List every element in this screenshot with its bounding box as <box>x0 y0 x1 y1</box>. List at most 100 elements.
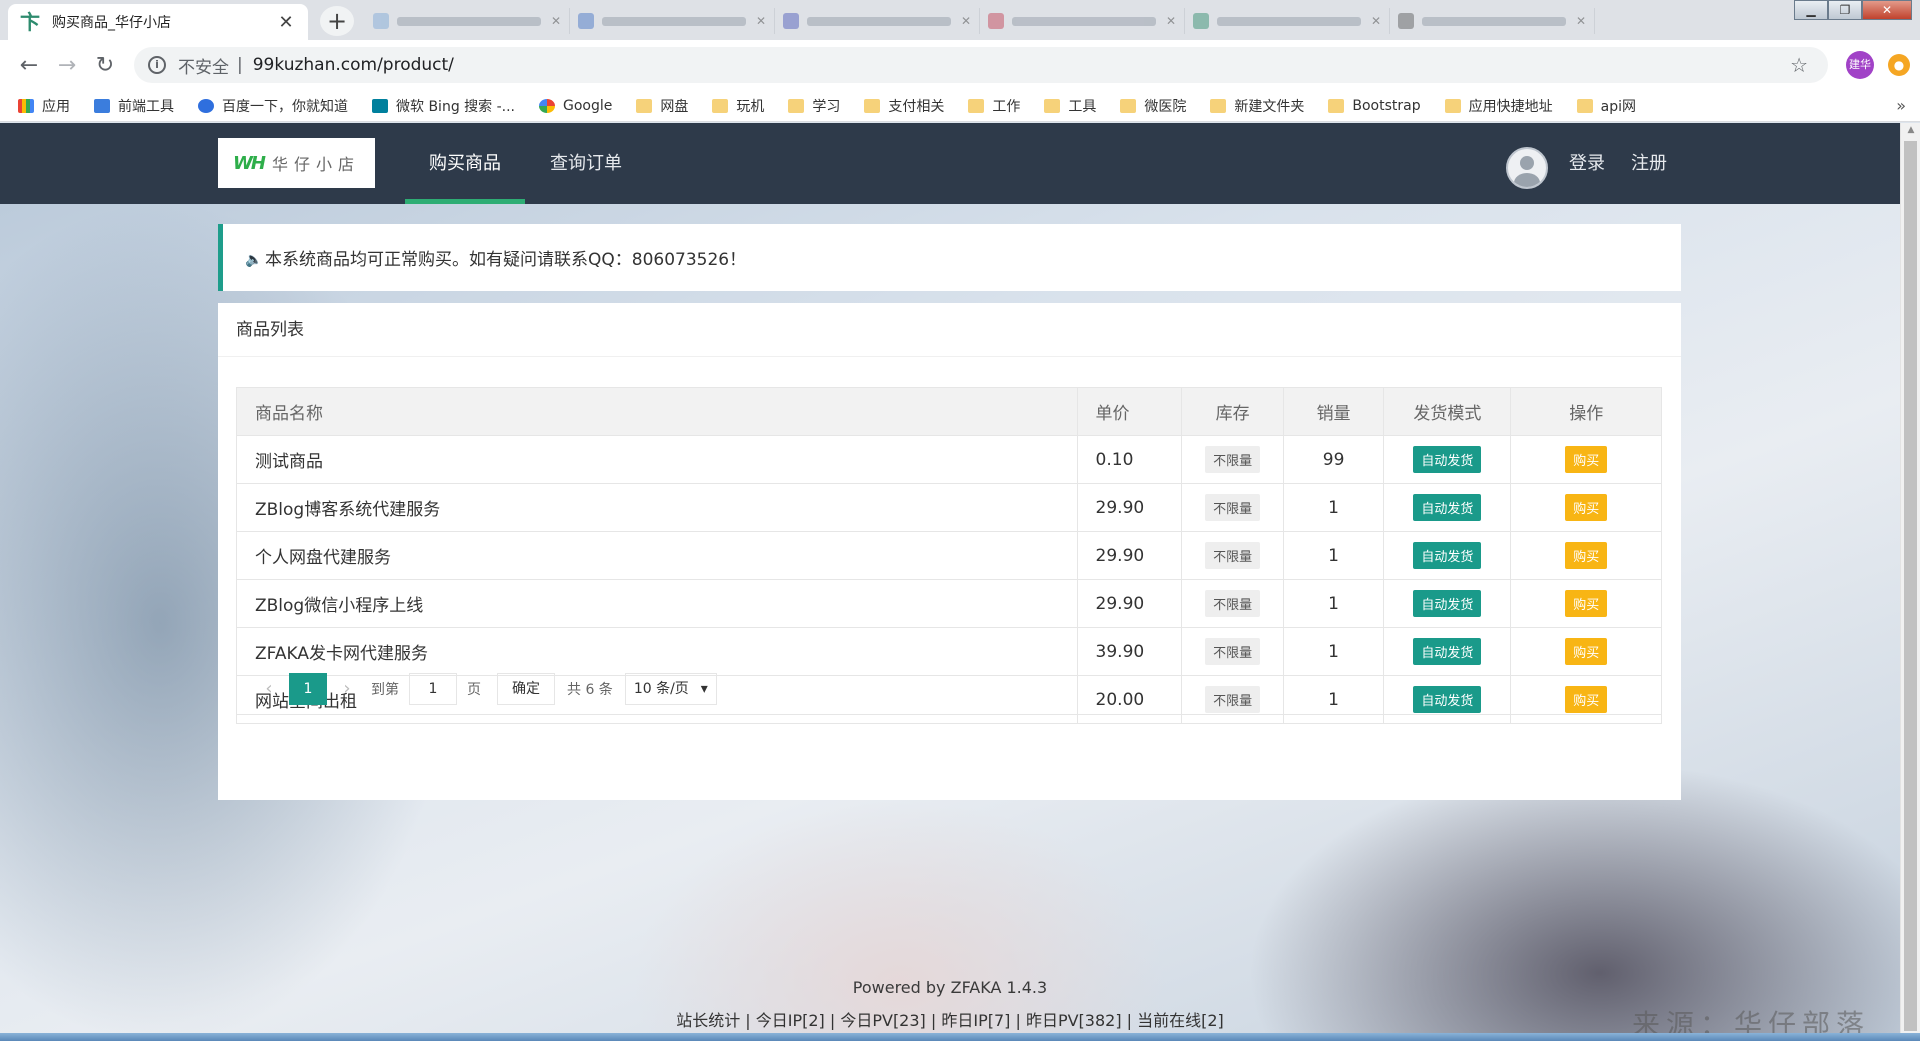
page-current[interactable]: 1 <box>289 672 327 705</box>
nav-login[interactable]: 登录 <box>1562 123 1612 204</box>
bookmark-folder[interactable]: 玩机 <box>712 96 764 116</box>
page-size-select[interactable]: 10 条/页 ▾ <box>624 672 717 705</box>
page-jump-confirm-button[interactable]: 确定 <box>497 672 555 705</box>
bookmark-folder[interactable]: 工作 <box>968 96 1020 116</box>
background-tab[interactable]: ✕ <box>365 8 570 34</box>
total-count: 共 6 条 <box>567 681 613 698</box>
goto-label: 到第 <box>371 681 399 698</box>
bookmark-folder[interactable]: 新建文件夹 <box>1210 96 1304 116</box>
background-tabs: ✕ ✕ ✕ ✕ ✕ ✕ <box>365 8 1595 34</box>
reload-icon[interactable]: ↻ <box>86 53 124 78</box>
product-name: 测试商品 <box>236 435 1078 484</box>
address-bar[interactable]: i 不安全 | 99kuzhan.com/product/ ☆ <box>134 47 1828 83</box>
background-tab[interactable]: ✕ <box>1390 8 1595 34</box>
extension-icon[interactable]: ● <box>1888 54 1910 76</box>
close-tab-icon[interactable]: ✕ <box>551 14 561 28</box>
forward-arrow-icon[interactable]: → <box>48 53 86 78</box>
buy-button[interactable]: 购买 <box>1565 494 1608 521</box>
page-scrollbar[interactable]: ▲ <box>1900 123 1920 1041</box>
url-text[interactable]: 99kuzhan.com/product/ <box>253 55 1790 75</box>
folder-icon <box>1576 98 1593 113</box>
nav-register[interactable]: 注册 <box>1624 123 1674 204</box>
folder-icon <box>1210 98 1227 113</box>
table-header-row: 商品名称 单价 库存 销量 发货模式 操作 <box>236 387 1662 436</box>
bookmark-item[interactable]: 前端工具 <box>94 96 174 116</box>
close-tab-icon[interactable]: ✕ <box>961 14 971 28</box>
restore-icon[interactable]: ❐ <box>1828 0 1862 20</box>
back-arrow-icon[interactable]: ← <box>10 53 48 78</box>
close-tab-icon[interactable]: ✕ <box>1576 14 1586 28</box>
bookmark-folder[interactable]: api网 <box>1576 96 1636 116</box>
bookmark-folder[interactable]: Bootstrap <box>1328 98 1421 114</box>
tab-favicon-icon <box>1193 13 1209 29</box>
bookmark-icon <box>94 98 110 113</box>
col-header-mode: 发货模式 <box>1383 387 1512 436</box>
close-tab-icon[interactable]: ✕ <box>1371 14 1381 28</box>
bookmark-item[interactable]: 百度一下，你就知道 <box>198 96 348 116</box>
security-label: 不安全 <box>178 57 229 78</box>
buy-button[interactable]: 购买 <box>1565 446 1608 473</box>
bookmark-folder[interactable]: 工具 <box>1044 96 1096 116</box>
page-viewport: WH 华仔小店 购买商品 查询订单 登录 注册 🔈 本系统商品均可正常购买。如有… <box>0 123 1900 1041</box>
folder-icon <box>968 98 985 113</box>
nav-query-orders[interactable]: 查询订单 <box>526 123 646 204</box>
window-close-icon[interactable]: ✕ <box>1862 0 1912 20</box>
bing-icon <box>372 98 388 113</box>
site-logo[interactable]: WH 华仔小店 <box>218 138 375 188</box>
close-tab-icon[interactable]: ✕ <box>276 12 296 33</box>
bookmark-apps[interactable]: 应用 <box>18 96 70 116</box>
table-row: 测试商品 0.10 不限量 99 自动发货 购买 <box>236 435 1662 484</box>
buy-button[interactable]: 购买 <box>1565 542 1608 569</box>
minimize-icon[interactable]: ▁ <box>1794 0 1828 20</box>
tab-strip: 卞 购买商品_华仔小店 ✕ + ✕ ✕ ✕ ✕ ✕ ✕ ▁ ❐ ✕ <box>0 0 1920 40</box>
page-jump-input[interactable]: 1 <box>409 672 457 705</box>
folder-icon <box>1120 98 1137 113</box>
bookmark-folder[interactable]: 学习 <box>788 96 840 116</box>
scrollbar-thumb[interactable] <box>1904 141 1917 1031</box>
bookmarks-overflow-icon[interactable]: » <box>1896 96 1906 115</box>
next-page-icon[interactable]: › <box>333 678 361 699</box>
bookmark-star-icon[interactable]: ☆ <box>1790 53 1808 77</box>
product-price: 0.10 <box>1076 435 1183 484</box>
folder-icon <box>636 98 653 113</box>
stock-badge: 不限量 <box>1205 638 1261 665</box>
bookmark-folder[interactable]: 网盘 <box>636 96 688 116</box>
background-tab[interactable]: ✕ <box>1185 8 1390 34</box>
stock-badge: 不限量 <box>1205 494 1261 521</box>
product-price: 29.90 <box>1076 579 1183 628</box>
bookmarks-bar: 应用 前端工具 百度一下，你就知道 微软 Bing 搜索 -... Google… <box>0 90 1920 122</box>
bookmark-folder[interactable]: 支付相关 <box>864 96 944 116</box>
tab-favicon-icon <box>373 13 389 29</box>
bookmark-folder[interactable]: 应用快捷地址 <box>1444 96 1553 116</box>
close-tab-icon[interactable]: ✕ <box>1166 14 1176 28</box>
product-sales: 1 <box>1282 531 1385 580</box>
prev-page-icon[interactable]: ‹ <box>255 678 283 699</box>
new-tab-button[interactable]: + <box>320 6 354 36</box>
browser-tab-active[interactable]: 卞 购买商品_华仔小店 ✕ <box>8 4 308 40</box>
info-icon[interactable]: i <box>148 56 166 74</box>
profile-avatar[interactable]: 建华 <box>1846 51 1874 79</box>
tab-title: 购买商品_华仔小店 <box>52 15 171 31</box>
background-tab[interactable]: ✕ <box>775 8 980 34</box>
close-tab-icon[interactable]: ✕ <box>756 14 766 28</box>
os-taskbar <box>0 1033 1920 1041</box>
product-name: 个人网盘代建服务 <box>236 531 1078 580</box>
user-avatar-icon[interactable] <box>1506 147 1548 189</box>
bookmark-folder[interactable]: 微医院 <box>1120 96 1186 116</box>
folder-icon <box>712 98 729 113</box>
bookmark-item[interactable]: Google <box>539 98 612 114</box>
background-tab[interactable]: ✕ <box>980 8 1185 34</box>
address-separator: | <box>237 55 243 75</box>
nav-buy-products[interactable]: 购买商品 <box>405 123 525 204</box>
col-header-name: 商品名称 <box>236 387 1078 436</box>
folder-icon <box>788 98 805 113</box>
scroll-up-icon[interactable]: ▲ <box>1901 125 1920 135</box>
speaker-icon: 🔈 <box>245 251 263 268</box>
background-tab[interactable]: ✕ <box>570 8 775 34</box>
bookmark-item[interactable]: 微软 Bing 搜索 -... <box>372 96 515 116</box>
delivery-mode-badge: 自动发货 <box>1413 590 1482 617</box>
buy-button[interactable]: 购买 <box>1565 638 1608 665</box>
buy-button[interactable]: 购买 <box>1565 590 1608 617</box>
product-price: 29.90 <box>1076 531 1183 580</box>
baidu-icon <box>198 98 214 113</box>
